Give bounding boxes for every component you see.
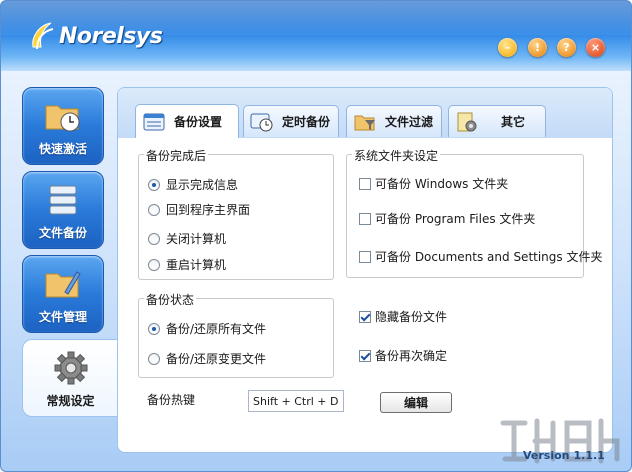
tab-backup-settings[interactable]: 备份设置 <box>135 104 239 138</box>
radio-indicator[interactable] <box>148 232 160 245</box>
radio-indicator[interactable] <box>148 258 160 271</box>
close-button[interactable]: × <box>586 38 605 57</box>
radio-return-main[interactable]: 回到程序主界面 <box>148 201 250 218</box>
title-bar[interactable]: Norelsys – ! ? × <box>1 1 631 71</box>
after-backup-title: 备份完成后 <box>144 147 209 164</box>
window-icon <box>143 113 165 130</box>
radio-indicator[interactable] <box>148 322 160 335</box>
radio-label: 备份/还原所有文件 <box>166 322 267 336</box>
radio-changed-files[interactable]: 备份/还原变更文件 <box>148 350 266 367</box>
tab-label: 文件过滤 <box>385 115 434 129</box>
sidebar-item-general-settings[interactable]: 常规设定 <box>22 339 118 417</box>
gear-icon <box>54 351 87 385</box>
check-confirm-backup[interactable]: 备份再次确定 <box>359 347 447 364</box>
checkbox[interactable] <box>359 212 371 225</box>
radio-all-files[interactable]: 备份/还原所有文件 <box>148 320 266 337</box>
version-info: Version 1.1.1 <box>523 449 605 462</box>
version-label: Version <box>523 449 570 462</box>
sidebar-item-label: 常规设定 <box>46 394 95 408</box>
sidebar-item-label: 快速激活 <box>38 142 87 156</box>
radio-restart[interactable]: 重启计算机 <box>148 256 226 273</box>
radio-indicator[interactable] <box>148 203 160 216</box>
radio-show-info[interactable]: 显示完成信息 <box>148 176 238 193</box>
check-hide-backup[interactable]: 隐藏备份文件 <box>359 308 447 325</box>
radio-label: 重启计算机 <box>166 258 227 272</box>
check-label: 可备份 Windows 文件夹 <box>375 177 509 191</box>
check-program-files[interactable]: 可备份 Program Files 文件夹 <box>359 210 535 227</box>
tab-bar: 备份设置 定时备份 文件过滤 其它 <box>118 88 612 138</box>
help-button[interactable]: ? <box>557 38 576 57</box>
notice-button[interactable]: ! <box>528 38 547 57</box>
tab-file-filter[interactable]: 文件过滤 <box>346 105 442 137</box>
check-label: 备份再次确定 <box>375 349 448 363</box>
folder-pencil-icon <box>45 271 81 298</box>
app-logo: Norelsys <box>29 16 163 56</box>
hotkey-input[interactable] <box>248 390 344 412</box>
brand-name: Norelsys <box>59 23 163 49</box>
check-documents-settings[interactable]: 可备份 Documents and Settings 文件夹 <box>359 248 602 265</box>
check-windows-folder[interactable]: 可备份 Windows 文件夹 <box>359 175 508 192</box>
backup-state-title: 备份状态 <box>144 291 197 308</box>
radio-label: 显示完成信息 <box>166 178 239 192</box>
sidebar-item-file-manage[interactable]: 文件管理 <box>22 255 104 333</box>
checkbox[interactable] <box>359 310 371 323</box>
check-label: 隐藏备份文件 <box>375 310 448 324</box>
radio-indicator[interactable] <box>148 352 160 365</box>
sidebar-item-file-backup[interactable]: 文件备份 <box>22 171 104 249</box>
check-label: 可备份 Program Files 文件夹 <box>375 212 536 226</box>
tab-scheduled-backup[interactable]: 定时备份 <box>243 105 339 137</box>
gear-document-icon <box>457 112 477 131</box>
tab-label: 其它 <box>501 115 526 129</box>
folder-filter-icon <box>354 115 375 130</box>
settings-panel: 备份设置 定时备份 文件过滤 其它 备份完成后 显示完成信息 回到程序主界面 关… <box>117 87 613 453</box>
sidebar-item-label: 文件管理 <box>38 310 87 324</box>
checkbox[interactable] <box>359 250 371 263</box>
checkbox[interactable] <box>359 349 371 362</box>
tab-label: 备份设置 <box>174 115 223 129</box>
hotkey-label: 备份热键 <box>147 393 196 407</box>
radio-label: 回到程序主界面 <box>166 203 251 217</box>
app-window: Norelsys – ! ? × 快速激活 文件备份 文件管理 常规设定 备份设… <box>0 0 632 472</box>
minimize-button[interactable]: – <box>498 38 517 57</box>
system-folders-title: 系统文件夹设定 <box>352 147 441 164</box>
radio-shutdown[interactable]: 关闭计算机 <box>148 230 226 247</box>
tab-other[interactable]: 其它 <box>448 105 546 137</box>
drive-stack-icon <box>49 185 77 215</box>
radio-indicator[interactable] <box>148 178 160 191</box>
radio-label: 关闭计算机 <box>166 232 227 246</box>
sidebar-item-label: 文件备份 <box>38 226 87 240</box>
radio-label: 备份/还原变更文件 <box>166 352 267 366</box>
version-number: 1.1.1 <box>573 449 605 462</box>
checkbox[interactable] <box>359 177 371 190</box>
check-label: 可备份 Documents and Settings 文件夹 <box>375 250 603 264</box>
tab-label: 定时备份 <box>282 115 331 129</box>
logo-mark-icon <box>32 22 54 50</box>
edit-button[interactable]: 编辑 <box>380 392 452 413</box>
folder-clock-icon <box>45 105 80 132</box>
clock-window-icon <box>250 113 273 131</box>
sidebar-item-quick-activate[interactable]: 快速激活 <box>22 87 104 165</box>
